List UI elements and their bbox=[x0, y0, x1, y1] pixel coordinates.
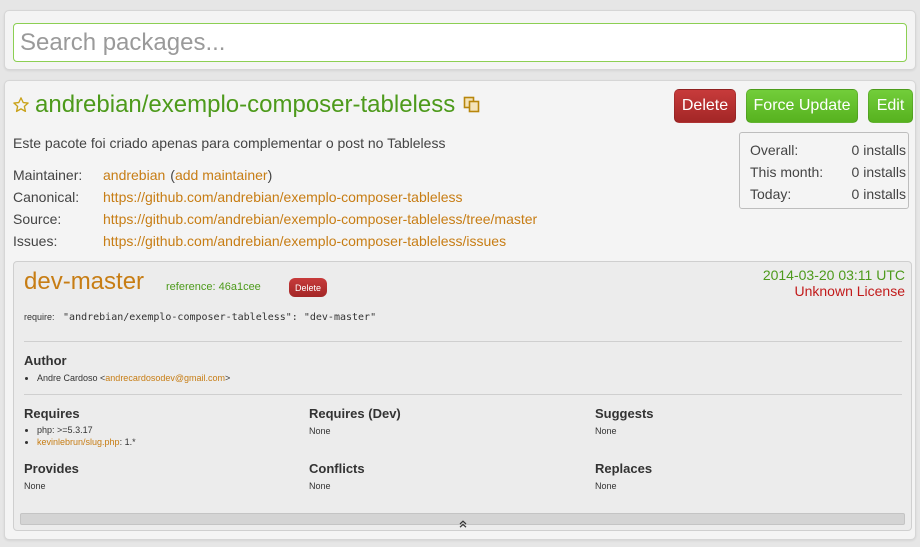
conflicts-value: None bbox=[309, 481, 331, 491]
require-value: "andrebian/exemplo-composer-tableless": … bbox=[63, 312, 377, 323]
issues-label: Issues: bbox=[13, 233, 58, 249]
add-maintainer-link[interactable]: add maintainer bbox=[175, 164, 268, 186]
author-item: Andre Cardoso <andrecardosodev@gmail.com… bbox=[37, 372, 230, 384]
requires-title: Requires bbox=[24, 406, 80, 421]
canonical-row: Canonical: https://github.com/andrebian/… bbox=[13, 186, 537, 208]
divider bbox=[24, 341, 902, 342]
reference-hash: 46a1cee bbox=[218, 281, 261, 293]
require-name: php bbox=[37, 425, 53, 435]
reference-label: reference: bbox=[166, 281, 216, 293]
conflicts-title: Conflicts bbox=[309, 461, 365, 476]
double-chevron-up-icon bbox=[459, 515, 467, 528]
package-title-row: andrebian/exemplo-composer-tableless bbox=[12, 90, 481, 120]
add-maintainer-close: ) bbox=[267, 167, 273, 183]
package-panel: andrebian/exemplo-composer-tableless Del… bbox=[4, 80, 916, 540]
replaces-title: Replaces bbox=[595, 461, 653, 476]
edit-button[interactable]: Edit bbox=[868, 89, 913, 123]
package-meta: Maintainer: andrebian ( add maintainer )… bbox=[13, 164, 537, 252]
provides-title: Provides bbox=[24, 461, 79, 476]
issues-link[interactable]: https://github.com/andrebian/exemplo-com… bbox=[103, 230, 506, 252]
stat-overall-value: 0 installs bbox=[851, 142, 906, 158]
stat-today: Today: 0 installs bbox=[750, 183, 908, 205]
version-reference: reference: 46a1cee bbox=[166, 281, 261, 293]
stat-overall-label: Overall: bbox=[750, 142, 799, 158]
delete-version-button[interactable]: Delete bbox=[289, 278, 327, 297]
author-title: Author bbox=[24, 353, 67, 368]
author-email-link[interactable]: andrecardosodev@gmail.com bbox=[105, 373, 225, 383]
package-description: Este pacote foi criado apenas para compl… bbox=[13, 135, 446, 151]
collapse-details-bar[interactable] bbox=[20, 513, 905, 528]
require-version: 1.* bbox=[124, 437, 136, 447]
maintainer-label: Maintainer: bbox=[13, 167, 83, 183]
require-item: php: >=5.3.17 bbox=[37, 424, 136, 436]
require-version: >=5.3.17 bbox=[57, 425, 93, 435]
divider bbox=[24, 394, 902, 395]
canonical-link[interactable]: https://github.com/andrebian/exemplo-com… bbox=[103, 186, 463, 208]
provides-value: None bbox=[24, 481, 46, 491]
version-details: dev-master reference: 46a1cee Delete 201… bbox=[13, 261, 912, 531]
issues-row: Issues: https://github.com/andrebian/exe… bbox=[13, 230, 537, 252]
source-link[interactable]: https://github.com/andrebian/exemplo-com… bbox=[103, 208, 537, 230]
delete-package-button[interactable]: Delete bbox=[674, 89, 736, 123]
source-label: Source: bbox=[13, 211, 62, 227]
author-close: > bbox=[225, 373, 231, 383]
require-label: require: bbox=[24, 312, 55, 322]
maintainer-link[interactable]: andrebian bbox=[103, 164, 165, 186]
star-icon[interactable] bbox=[12, 96, 30, 114]
stat-month-label: This month: bbox=[750, 164, 824, 180]
package-title[interactable]: andrebian/exemplo-composer-tableless bbox=[35, 91, 455, 119]
stat-today-value: 0 installs bbox=[851, 186, 906, 202]
requires-dev-title: Requires (Dev) bbox=[309, 406, 401, 421]
require-item: kevinlebrun/slug.php: 1.* bbox=[37, 436, 136, 448]
source-row: Source: https://github.com/andrebian/exe… bbox=[13, 208, 537, 230]
replaces-value: None bbox=[595, 481, 617, 491]
stat-month: This month: 0 installs bbox=[750, 161, 908, 183]
require-snippet: require: "andrebian/exemplo-composer-tab… bbox=[24, 312, 376, 323]
author-list: Andre Cardoso <andrecardosodev@gmail.com… bbox=[24, 372, 230, 384]
force-update-button[interactable]: Force Update bbox=[746, 89, 858, 123]
requires-dev-value: None bbox=[309, 426, 331, 436]
version-date: 2014-03-20 03:11 UTC bbox=[762, 267, 905, 283]
version-license: Unknown License bbox=[794, 283, 905, 299]
stat-overall: Overall: 0 installs bbox=[750, 139, 908, 161]
stat-today-label: Today: bbox=[750, 186, 792, 202]
stat-month-value: 0 installs bbox=[851, 164, 906, 180]
version-name: dev-master bbox=[24, 268, 145, 295]
install-stats: Overall: 0 installs This month: 0 instal… bbox=[739, 132, 909, 209]
maintainer-row: Maintainer: andrebian ( add maintainer ) bbox=[13, 164, 537, 186]
require-name-link[interactable]: kevinlebrun/slug.php bbox=[37, 437, 120, 447]
suggests-title: Suggests bbox=[595, 406, 654, 421]
search-input[interactable] bbox=[13, 23, 907, 62]
requires-list: php: >=5.3.17 kevinlebrun/slug.php: 1.* bbox=[24, 424, 136, 448]
search-panel bbox=[4, 10, 916, 70]
copy-icon[interactable] bbox=[463, 96, 481, 114]
suggests-value: None bbox=[595, 426, 617, 436]
canonical-label: Canonical: bbox=[13, 189, 80, 205]
author-name: Andre Cardoso < bbox=[37, 373, 106, 383]
